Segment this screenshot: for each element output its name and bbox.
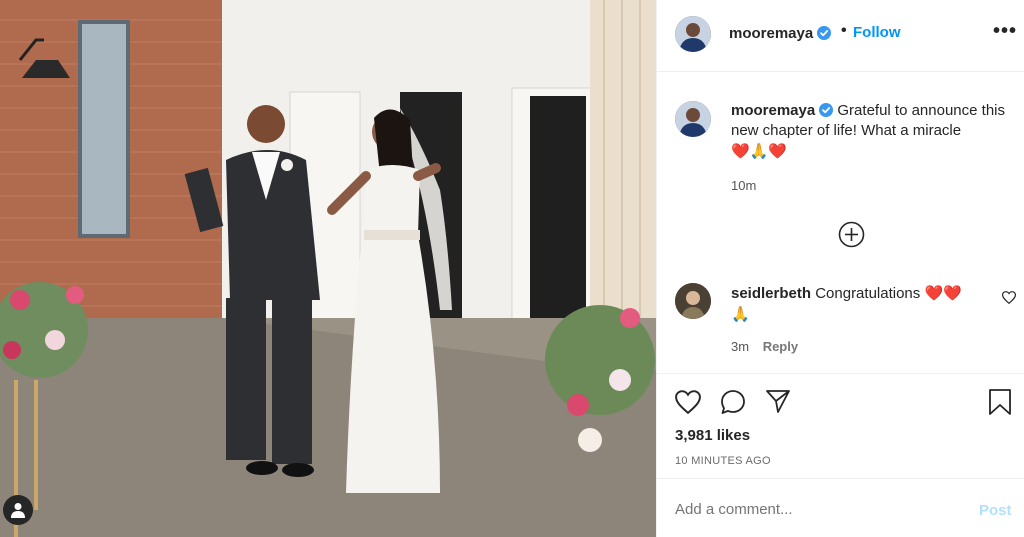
comment-composer: Post [657,478,1024,537]
verified-badge-icon [817,26,832,40]
caption-text-block: mooremaya Grateful to announce this new … [731,101,1017,162]
user-tag-icon [11,503,25,518]
post-photo[interactable] [0,0,656,537]
comment-input[interactable] [675,501,955,518]
comment-emoji-line2: 🙏 [731,305,750,323]
paper-plane-icon[interactable] [765,389,791,414]
likes-count[interactable]: 3,981 likes [675,427,750,444]
comment-meta: 3m Reply [731,339,798,354]
post-header: mooremaya • Follow ••• [657,0,1024,72]
avatar-image [675,283,711,319]
reply-button[interactable]: Reply [763,339,798,354]
post-timestamp[interactable]: 10 MINUTES AGO [675,455,771,467]
caption-time[interactable]: 10m [731,178,756,193]
heart-icon[interactable] [675,390,701,414]
commenter-avatar[interactable] [675,283,711,319]
comment-bubble-icon[interactable] [720,389,746,415]
post-side-panel: mooremaya • Follow ••• mooremaya Gratefu… [656,0,1024,537]
caption-emojis: ❤️🙏❤️ [731,142,788,160]
caption-username[interactable]: mooremaya [731,102,815,119]
user-tags-button[interactable] [3,495,33,525]
post-comment-button[interactable]: Post [979,502,1012,519]
author-avatar[interactable] [675,16,711,52]
author-username-text[interactable]: mooremaya [729,25,813,42]
more-options-button[interactable]: ••• [993,20,1017,43]
follow-button[interactable]: Follow [853,24,901,41]
comment-like-heart-icon[interactable] [1002,291,1016,304]
commenter-username[interactable]: seidlerbeth [731,285,811,302]
caption-avatar[interactable] [675,101,711,137]
avatar-image [675,16,711,52]
bookmark-icon[interactable] [988,388,1012,416]
comment-time[interactable]: 3m [731,339,749,354]
comment-text: Congratulations [815,285,921,302]
author-username[interactable]: mooremaya [729,25,832,42]
wedding-photo-illustration [0,0,656,537]
comment-emojis: ❤️❤️ [924,284,962,302]
plus-circle-icon[interactable] [838,221,865,248]
verified-badge-icon [819,103,834,117]
separator-dot: • [841,22,847,39]
comment-text-block: seidlerbeth Congratulations ❤️❤️ 🙏 [731,283,991,325]
avatar-image [675,101,711,137]
